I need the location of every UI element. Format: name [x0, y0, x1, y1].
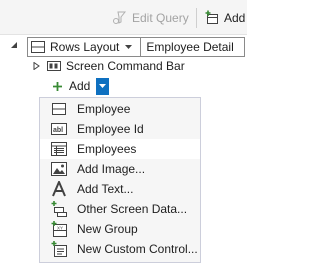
plus-icon	[53, 81, 62, 91]
menu-item-label: New Custom Control...	[77, 242, 198, 256]
add-data-item-button[interactable]: Add	[204, 9, 245, 27]
add-node[interactable]: Add	[40, 77, 110, 95]
toolbar-separator	[196, 8, 197, 28]
chevron-down-icon	[99, 84, 107, 88]
expanded-triangle-icon	[11, 42, 17, 48]
new-group-icon: XY	[51, 221, 67, 237]
edit-query-label: Edit Query	[132, 11, 189, 25]
text-a-icon	[51, 181, 67, 197]
root-entity-label: Employee Detail	[146, 40, 234, 54]
custom-control-icon	[51, 241, 67, 257]
menu-item-add-text[interactable]: Add Text...	[40, 179, 200, 199]
collection-icon	[51, 141, 67, 157]
menu-item-label: Add Text...	[77, 182, 134, 196]
command-bar-icon	[47, 61, 61, 71]
edit-query-icon	[113, 11, 127, 24]
image-icon	[51, 161, 67, 177]
screen-data-icon	[51, 201, 67, 217]
menu-item-other-screen-data[interactable]: Other Screen Data...	[40, 199, 200, 219]
collapsed-triangle-icon	[33, 62, 40, 70]
menu-item-employees[interactable]: Employees	[40, 139, 200, 159]
svg-text:abl: abl	[53, 127, 63, 134]
add-data-item-icon	[205, 10, 218, 24]
rows-layout-label: Rows Layout	[50, 40, 120, 54]
menu-item-employee[interactable]: Employee	[40, 99, 200, 119]
add-dropdown-menu: Employee abl Employee Id Employees Add I…	[39, 97, 201, 263]
menu-item-new-custom-control[interactable]: New Custom Control...	[40, 239, 200, 259]
menu-item-label: Employee	[77, 102, 131, 116]
text-field-icon: abl	[51, 121, 67, 137]
designer-toolbar: Edit Query Add	[0, 0, 247, 35]
add-node-label: Add	[69, 79, 91, 93]
menu-item-label: Add Image...	[77, 162, 146, 176]
edit-query-button[interactable]: Edit Query	[112, 9, 189, 27]
add-label: Add	[224, 11, 246, 25]
add-dropdown-button[interactable]	[96, 77, 110, 95]
menu-item-new-group[interactable]: XY New Group	[40, 219, 200, 239]
menu-item-label: Employees	[77, 142, 137, 156]
header-divider	[140, 38, 142, 56]
tree-root-expander[interactable]	[10, 41, 18, 49]
svg-text:XY: XY	[57, 226, 63, 231]
menu-item-add-image[interactable]: Add Image...	[40, 159, 200, 179]
rows-layout-icon	[51, 101, 67, 117]
screen-command-bar-node[interactable]: Screen Command Bar	[33, 58, 185, 74]
layout-dropdown-icon[interactable]	[125, 45, 133, 49]
rows-layout-node[interactable]: Rows Layout Employee Detail	[27, 37, 245, 57]
menu-item-label: Employee Id	[77, 122, 144, 136]
rows-layout-icon	[31, 41, 45, 53]
menu-item-label: Other Screen Data...	[77, 202, 188, 216]
screen-command-bar-label: Screen Command Bar	[66, 59, 185, 73]
menu-item-label: New Group	[77, 222, 138, 236]
menu-item-employee-id[interactable]: abl Employee Id	[40, 119, 200, 139]
